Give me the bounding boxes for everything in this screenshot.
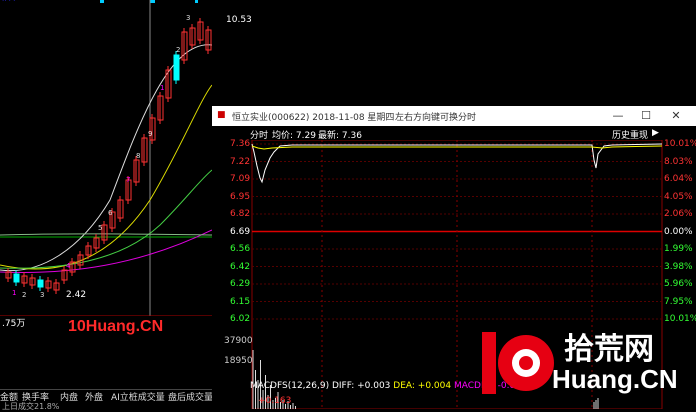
- watermark-left: 10Huang.CN: [68, 318, 164, 335]
- macd-readout: MACDFS(12,26,9) DIFF: +0.003 DEA: +0.004…: [250, 381, 515, 391]
- count-marker: 7: [126, 176, 130, 184]
- window-title: 恒立实业(000622) 2018-11-08 星期四: [232, 113, 395, 123]
- volume-tick: 18950: [224, 356, 253, 366]
- price-tick: 6.02: [230, 314, 251, 324]
- price-tick: 6.15: [230, 296, 251, 307]
- price-tick: 6.42: [230, 261, 251, 272]
- top-indicator-strip: ·· · ·: [2, 0, 198, 5]
- maximize-icon[interactable]: ☐: [638, 108, 654, 124]
- macd-dea: DEA: +0.004: [393, 381, 452, 391]
- pct-tick: 10.01%: [664, 139, 696, 149]
- window-titlebar[interactable]: ■ 恒立实业(000622) 2018-11-08 星期四 左右方向键可换分时 …: [212, 106, 696, 126]
- price-tick: 6.95: [230, 191, 251, 202]
- logo-domain: Huang.CN: [552, 364, 678, 394]
- low-price-label: 2.42: [66, 290, 87, 300]
- volume-tick: 37900: [224, 336, 253, 346]
- window-hint: 左右方向键可换分时: [395, 113, 477, 123]
- tab-outer[interactable]: 外盘: [85, 390, 103, 403]
- candle-body: [173, 54, 180, 81]
- price-tick: 6.29: [230, 279, 251, 289]
- price-tick: 7.22: [230, 156, 251, 167]
- price-tick: 7.09: [230, 174, 251, 184]
- pct-tick: 2.06%: [664, 209, 693, 219]
- window-app-icon: ■: [217, 110, 226, 120]
- volume-unit-label: .75万: [2, 319, 26, 329]
- play-icon[interactable]: ▶: [652, 128, 659, 138]
- count-marker: 6: [108, 209, 113, 217]
- count-marker: 8: [136, 152, 140, 160]
- status-text: 上日成交21.8%: [2, 402, 60, 411]
- macd-diff: DIFF: +0.003: [331, 381, 391, 391]
- ma-line-green: [0, 169, 212, 269]
- pct-tick: 1.99%: [664, 244, 693, 254]
- ma-line-gray: [0, 233, 212, 236]
- price-tick: 6.69: [230, 226, 251, 237]
- count-marker: 9: [148, 130, 152, 138]
- count-marker: 4: [66, 262, 71, 270]
- count-marker: 1: [12, 289, 16, 297]
- candle-body: [37, 279, 44, 288]
- pct-tick: 6.04%: [664, 174, 693, 184]
- logo-title: 拾荒网: [564, 332, 654, 367]
- macd-name: MACDFS(12,26,9): [250, 381, 330, 391]
- ma-line-magenta: [0, 229, 212, 273]
- close-icon[interactable]: ✕: [668, 108, 684, 124]
- tab-after-volume[interactable]: 盘后成交量: [168, 390, 213, 403]
- count-marker: 1: [160, 84, 164, 92]
- window-toolbar: 分时 均价: 7.29 最新: 7.36 历史重现 ▶: [212, 126, 696, 141]
- price-tick: 6.82: [230, 209, 251, 219]
- pct-tick: 8.03%: [664, 156, 693, 167]
- count-marker: 3: [40, 291, 44, 299]
- bottom-value: +0.163: [258, 396, 292, 406]
- price-tick: 6.56: [230, 244, 251, 254]
- high-price-label: 10.53: [226, 15, 252, 25]
- count-marker: 2: [176, 46, 180, 54]
- candle-body: [13, 273, 20, 283]
- price-tick: 7.36: [230, 139, 251, 149]
- ma-line-yellow: [0, 84, 212, 270]
- tab-inner[interactable]: 内盘: [60, 390, 78, 403]
- count-marker: 2: [22, 291, 26, 299]
- minimize-icon[interactable]: —: [610, 108, 626, 124]
- pct-tick: 3.98%: [664, 261, 693, 272]
- tab-ai-volume[interactable]: AI立桩成交量: [111, 390, 165, 403]
- count-marker: 5: [98, 224, 102, 232]
- svg-text:·· · ·: ·· · ·: [2, 0, 15, 5]
- count-marker: 3: [186, 14, 190, 22]
- watermark-logo: 拾荒网 Huang.CN: [478, 322, 692, 402]
- pct-tick: 5.96%: [664, 279, 693, 289]
- kline-chart[interactable]: ·· · · 1 2 3456789123: [0, 0, 212, 316]
- pct-tick: 7.95%: [664, 296, 693, 307]
- pct-tick: 4.05%: [664, 191, 693, 202]
- pct-tick: 0.00%: [664, 226, 693, 237]
